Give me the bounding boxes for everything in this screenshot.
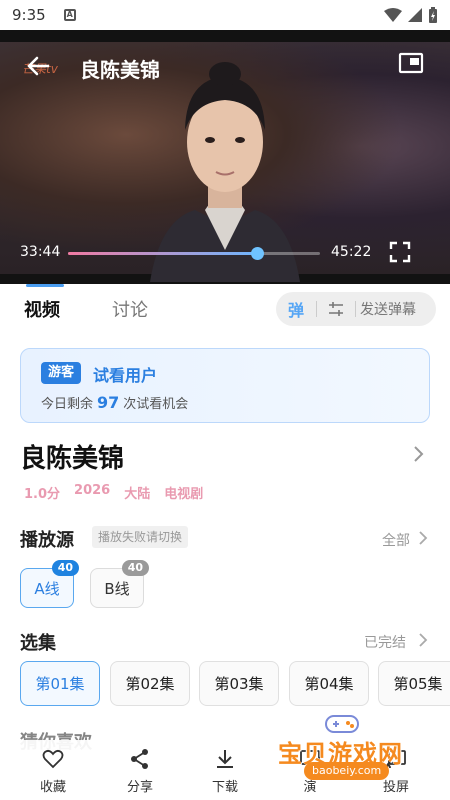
source-line-b-button[interactable]: B线 40 bbox=[90, 560, 149, 608]
episode-list: 第01集 第02集 第03集 第04集 第05集 bbox=[20, 661, 450, 707]
content-tabs: 视频 讨论 弹 发送弹幕 bbox=[0, 284, 450, 332]
show-type: 电视剧 bbox=[164, 487, 204, 502]
source-all-link[interactable]: 全部 bbox=[382, 530, 410, 550]
guest-remaining-prefix: 今日剩余 bbox=[41, 397, 94, 412]
download-icon bbox=[217, 750, 233, 768]
status-time: 9:35 bbox=[12, 6, 46, 24]
battery-icon bbox=[429, 7, 437, 23]
source-line-badge: 40 bbox=[121, 560, 149, 576]
episode-button[interactable]: 第04集 bbox=[289, 661, 369, 706]
favorite-label: 收藏 bbox=[39, 780, 66, 795]
share-icon bbox=[131, 749, 148, 769]
watermark-url: baobeiy.com bbox=[304, 762, 390, 780]
share-button[interactable]: 分享 bbox=[110, 748, 170, 795]
progress-thumb[interactable] bbox=[251, 247, 264, 260]
guest-trial-card: 游客 试看用户 今日剩余 97 次试看机会 bbox=[20, 348, 430, 423]
wifi-icon bbox=[384, 8, 402, 22]
share-label: 分享 bbox=[126, 780, 153, 795]
gamepad-icon bbox=[325, 715, 359, 733]
show-title: 良陈美锦 bbox=[20, 444, 125, 474]
progress-bar[interactable] bbox=[68, 247, 320, 260]
chevron-right-icon[interactable] bbox=[417, 530, 429, 546]
download-label: 下载 bbox=[211, 780, 238, 795]
status-icons bbox=[384, 7, 438, 23]
download-button[interactable]: 下载 bbox=[195, 748, 255, 795]
episode-button[interactable]: 第01集 bbox=[20, 661, 100, 706]
guest-remaining: 今日剩余 97 次试看机会 bbox=[41, 393, 188, 412]
source-hint: 播放失败请切换 bbox=[92, 526, 189, 548]
status-bar: 9:35 A bbox=[0, 0, 450, 30]
tab-video[interactable]: 视频 bbox=[24, 296, 60, 322]
video-player[interactable]: 芒果tv 良陈美锦 33:44 45:22 bbox=[0, 30, 450, 284]
danmu-toggle-button[interactable]: 弹 bbox=[276, 297, 316, 321]
guest-remaining-suffix: 次试看机会 bbox=[123, 397, 189, 412]
source-line-label: A线 bbox=[34, 580, 60, 598]
signal-icon bbox=[408, 8, 422, 22]
favorite-button[interactable]: 收藏 bbox=[23, 748, 83, 795]
source-title: 播放源 bbox=[20, 530, 74, 551]
send-danmu-button[interactable]: 发送弹幕 bbox=[360, 299, 416, 319]
show-region: 大陆 bbox=[124, 487, 151, 502]
back-arrow-icon[interactable] bbox=[24, 52, 52, 80]
chevron-right-icon[interactable] bbox=[417, 632, 429, 648]
danmu-bar: 弹 发送弹幕 bbox=[276, 292, 436, 326]
guest-title: 试看用户 bbox=[93, 366, 158, 385]
show-meta: 1.0分 2026 大陆 电视剧 bbox=[24, 483, 203, 502]
show-score: 1.0分 bbox=[24, 487, 61, 502]
video-frame-person bbox=[150, 62, 300, 282]
chevron-right-icon[interactable] bbox=[410, 444, 426, 464]
current-time: 33:44 bbox=[20, 244, 61, 260]
source-line-badge: 40 bbox=[51, 560, 79, 576]
episode-button[interactable]: 第05集 bbox=[378, 661, 450, 706]
heart-icon bbox=[42, 749, 64, 769]
total-time: 45:22 bbox=[331, 244, 372, 260]
danmu-settings-icon[interactable] bbox=[317, 299, 355, 319]
video-title: 良陈美锦 bbox=[80, 58, 160, 82]
show-year: 2026 bbox=[74, 483, 111, 498]
picture-in-picture-icon[interactable] bbox=[398, 52, 424, 74]
danmu-divider-2 bbox=[355, 301, 356, 317]
episodes-status[interactable]: 已完结 bbox=[364, 632, 406, 652]
guest-badge: 游客 bbox=[41, 362, 81, 384]
episode-button[interactable]: 第03集 bbox=[199, 661, 279, 706]
episode-button[interactable]: 第02集 bbox=[110, 661, 190, 706]
tab-indicator bbox=[26, 284, 64, 287]
progress-fill bbox=[68, 252, 257, 255]
tab-discussion[interactable]: 讨论 bbox=[112, 296, 148, 322]
episodes-title: 选集 bbox=[20, 633, 56, 654]
site-watermark: 宝贝游戏网 baobeiy.com bbox=[276, 712, 426, 782]
fullscreen-icon[interactable] bbox=[388, 240, 412, 264]
source-line-label: B线 bbox=[104, 580, 130, 598]
notification-icon: A bbox=[63, 9, 76, 21]
source-line-a-button[interactable]: A线 40 bbox=[20, 560, 79, 608]
guest-remaining-count: 97 bbox=[97, 393, 120, 412]
